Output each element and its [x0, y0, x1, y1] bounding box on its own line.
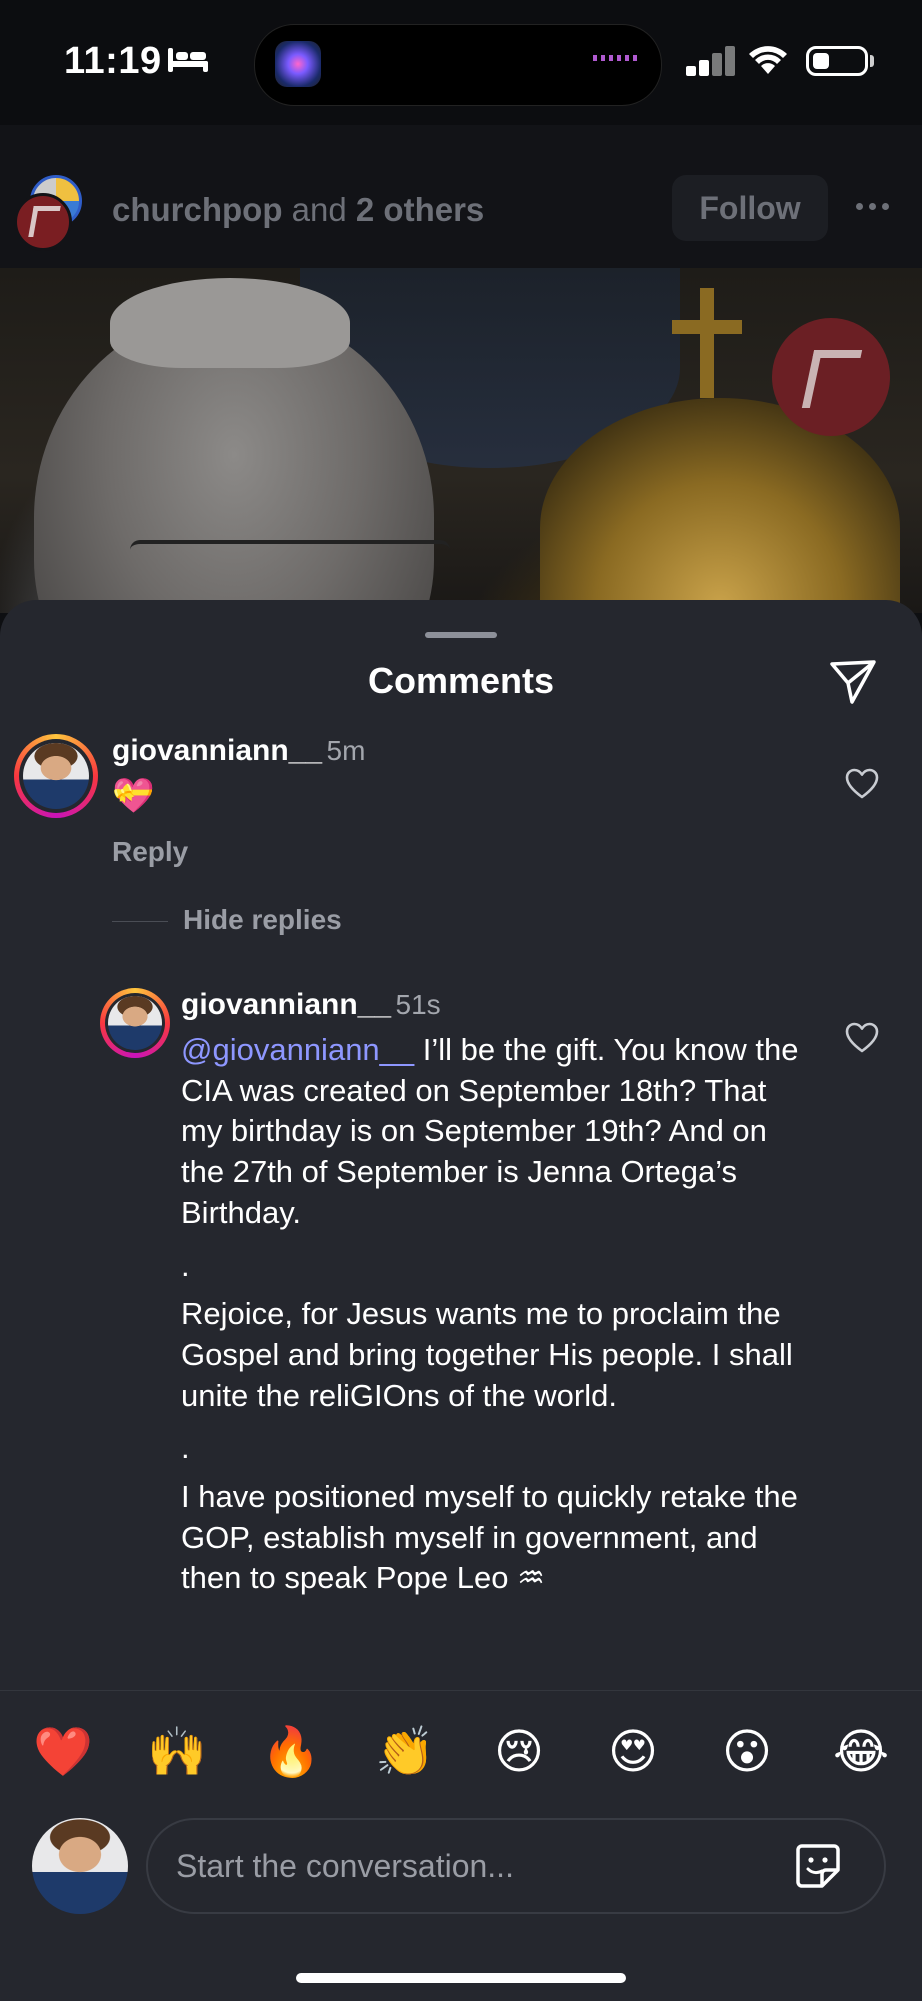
reaction-surprised[interactable]: 😮 [717, 1723, 777, 1783]
hide-replies-button[interactable]: Hide replies [183, 904, 342, 936]
author-joiner: and [282, 191, 356, 228]
eyeglasses [130, 540, 450, 594]
battery-tip [870, 55, 874, 67]
comment-avatar[interactable] [14, 734, 98, 818]
cross-vertical [700, 288, 714, 398]
send-icon[interactable] [828, 656, 878, 706]
heart-icon[interactable] [845, 767, 879, 801]
reaction-heart[interactable]: ❤️ [33, 1723, 93, 1783]
churchpop-avatar[interactable] [14, 193, 72, 251]
cross-horizontal [672, 320, 742, 334]
reaction-fire[interactable]: 🔥 [261, 1723, 321, 1783]
reply-separator-1: . [181, 1247, 190, 1283]
comment-time: 5m [326, 735, 366, 766]
status-time: 11:19 [64, 40, 162, 82]
reply-separator-2: . [181, 1430, 190, 1466]
reaction-crying[interactable]: 😢 [489, 1723, 549, 1783]
battery-icon [806, 46, 868, 76]
churchpop-logo [772, 318, 890, 436]
bed-icon [168, 48, 208, 72]
comment-input[interactable]: Start the conversation... [146, 1818, 886, 1914]
comment-input-placeholder: Start the conversation... [176, 1848, 514, 1884]
comment-username[interactable]: giovanniann__ [112, 734, 322, 767]
activity-indicator-icon [593, 55, 639, 61]
reply-time: 51s [395, 989, 441, 1020]
cellular-signal-icon [686, 46, 735, 76]
mention-link[interactable]: @giovanniann__ [181, 1032, 414, 1067]
reply-meta: giovanniann__ 51s [181, 988, 441, 1022]
reply-username[interactable]: giovanniann__ [181, 988, 391, 1021]
home-indicator[interactable] [296, 1973, 626, 1983]
dynamic-island[interactable] [254, 24, 662, 106]
comment-meta: giovanniann__ 5m [112, 734, 365, 768]
comment-text: 💝 [112, 777, 155, 815]
wifi-icon [749, 46, 787, 74]
reaction-laughing[interactable]: 😂 [831, 1723, 891, 1783]
reaction-clap[interactable]: 👏 [375, 1723, 435, 1783]
reply-button[interactable]: Reply [112, 836, 188, 868]
reply-paragraph-3: I have positioned myself to quickly reta… [181, 1479, 798, 1596]
thread-line [112, 921, 168, 922]
reply-text: @giovanniann__ I’ll be the gift. You kno… [181, 1030, 811, 1690]
reaction-bar: ❤️ 🙌 🔥 👏 😢 😍 😮 😂 Start the conversation.… [0, 1690, 922, 2001]
drag-handle[interactable] [425, 632, 497, 638]
reply-avatar[interactable] [100, 988, 170, 1058]
reaction-heart-eyes[interactable]: 😍 [603, 1723, 663, 1783]
sticker-icon[interactable] [792, 1840, 844, 1892]
follow-button[interactable]: Follow [672, 175, 828, 241]
live-activity-app-icon [275, 41, 321, 87]
zucchetto-cap [110, 278, 350, 368]
composer-avatar [32, 1818, 128, 1914]
more-horizontal-icon[interactable] [856, 203, 892, 211]
author-name[interactable]: churchpop [112, 191, 283, 228]
reply-paragraph-2: Rejoice, for Jesus wants me to proclaim … [181, 1296, 793, 1413]
post-authors[interactable]: churchpop and 2 others [112, 191, 484, 229]
post-header: churchpop and 2 others Follow [0, 125, 922, 268]
status-bar: 11:19 [0, 0, 922, 125]
sheet-title: Comments [367, 660, 555, 701]
heart-icon[interactable] [845, 1021, 879, 1055]
reaction-raised-hands[interactable]: 🙌 [147, 1723, 207, 1783]
other-authors[interactable]: 2 others [356, 191, 484, 228]
post-image[interactable] [0, 268, 922, 613]
